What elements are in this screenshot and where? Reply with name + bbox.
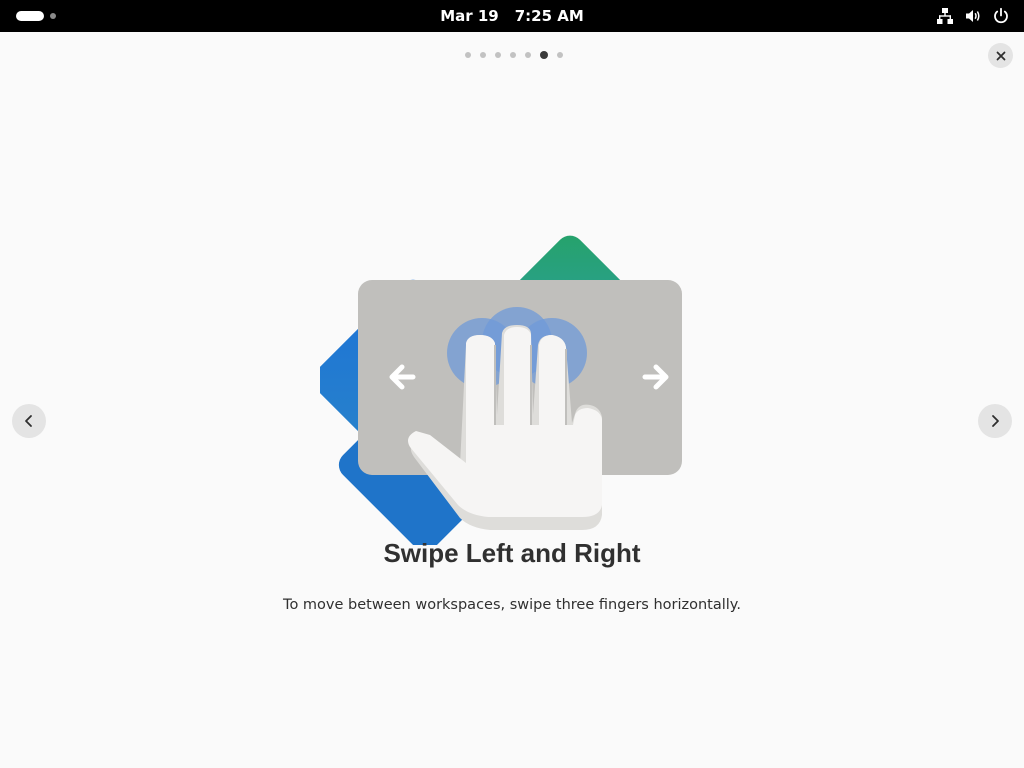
page-dot[interactable] <box>480 52 486 58</box>
page-description: To move between workspaces, swipe three … <box>283 597 741 613</box>
chevron-left-icon <box>25 415 32 427</box>
previous-page-button[interactable] <box>12 404 46 438</box>
page-dot[interactable] <box>465 52 471 58</box>
volume-icon <box>966 10 980 22</box>
next-page-button[interactable] <box>978 404 1012 438</box>
page-indicator <box>0 51 1024 59</box>
clock-time: 7:25 AM <box>514 7 584 25</box>
network-icon <box>937 8 953 24</box>
chevron-right-icon <box>992 415 999 427</box>
system-tray[interactable] <box>936 0 1010 32</box>
page-dots <box>465 51 563 59</box>
page-title: Swipe Left and Right <box>383 538 641 568</box>
page-dot-active[interactable] <box>540 51 548 59</box>
close-button[interactable] <box>988 43 1013 68</box>
top-bar: Mar 19 7:25 AM <box>0 0 1024 32</box>
clock[interactable]: Mar 19 7:25 AM <box>0 0 1024 32</box>
page-dot[interactable] <box>525 52 531 58</box>
close-icon <box>996 51 1005 60</box>
page-dot[interactable] <box>495 52 501 58</box>
swipe-illustration <box>320 235 682 545</box>
power-icon <box>994 7 1008 24</box>
page-dot[interactable] <box>557 52 563 58</box>
clock-date: Mar 19 <box>440 7 499 25</box>
page-dot[interactable] <box>510 52 516 58</box>
